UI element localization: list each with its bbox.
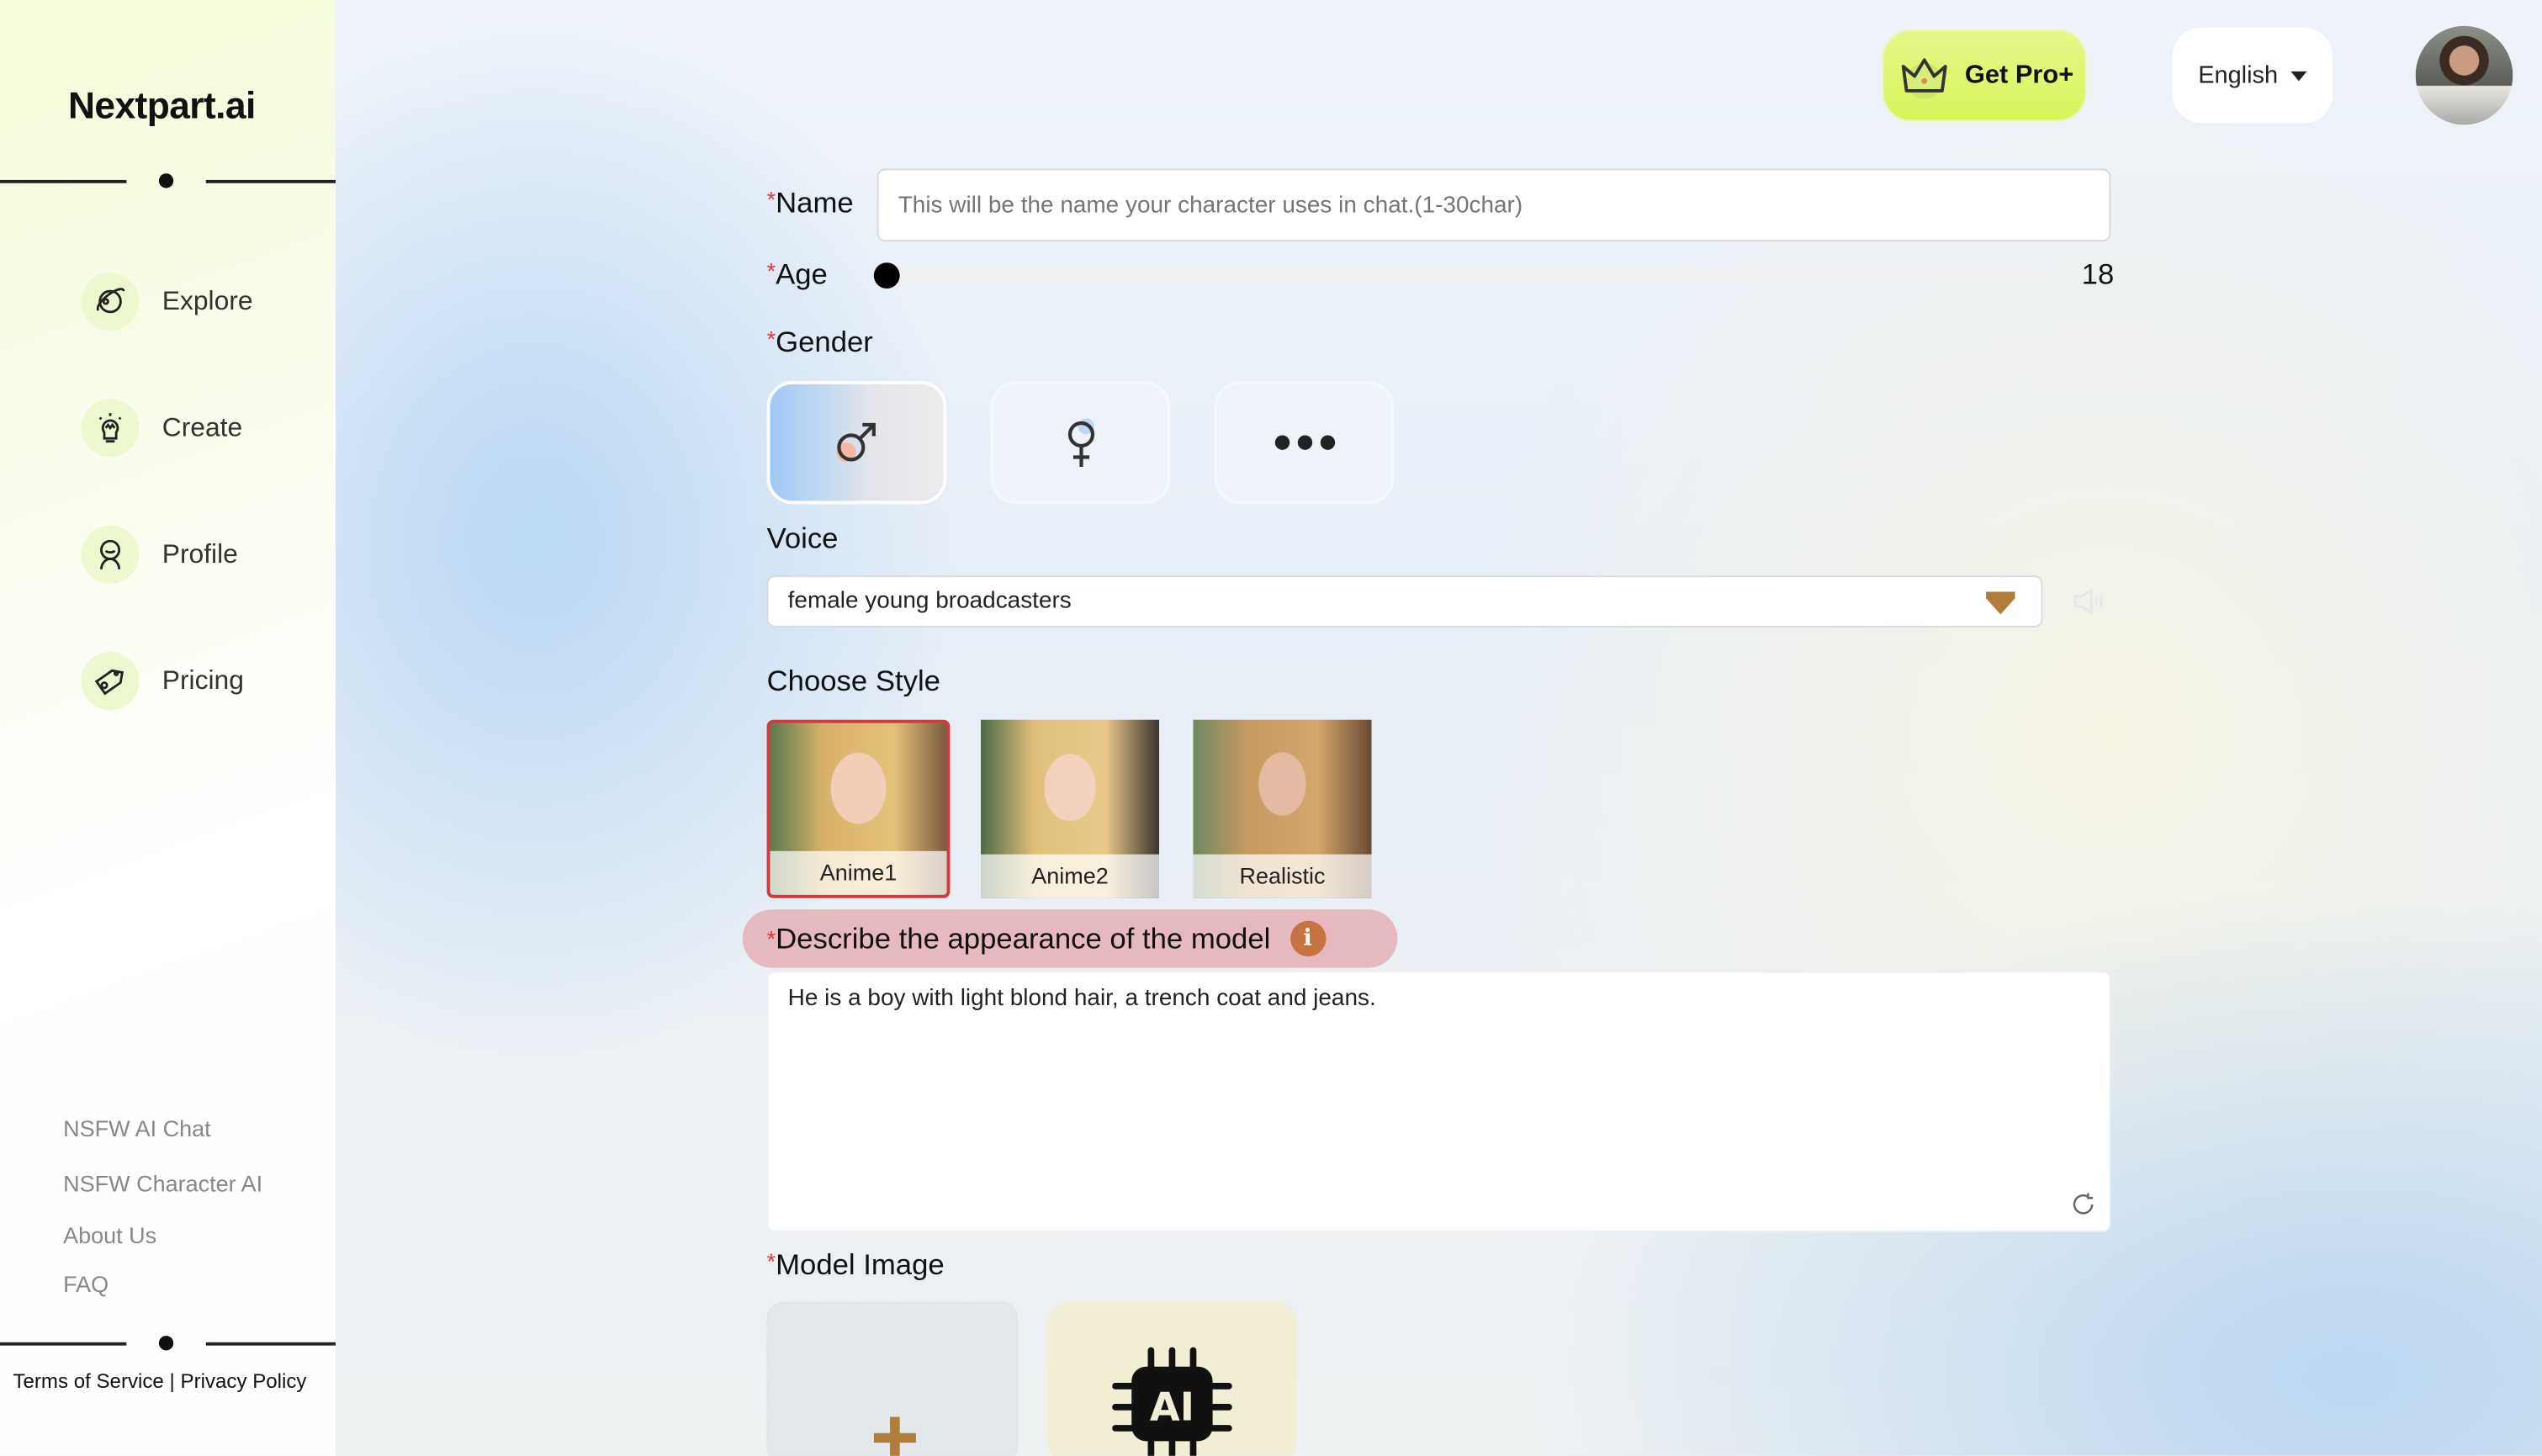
crown-icon — [1901, 57, 1947, 98]
caret-down-icon — [1985, 591, 2015, 615]
model-image-label: *Model Image — [766, 1248, 945, 1281]
upload-image-button[interactable] — [766, 1301, 1019, 1456]
sidebar-item-label: Pricing — [162, 665, 244, 695]
lightbulb-icon — [81, 399, 140, 458]
svg-text:AI: AI — [1150, 1384, 1194, 1429]
footer-link-nsfw-character-ai[interactable]: NSFW Character AI — [63, 1171, 262, 1197]
divider — [0, 173, 336, 189]
voice-value: female young broadcasters — [787, 588, 1072, 615]
privacy-link[interactable]: Privacy Policy — [181, 1370, 307, 1393]
sidebar-item-label: Create — [162, 412, 243, 442]
gender-more-button[interactable] — [1214, 380, 1395, 505]
sidebar-item-label: Profile — [162, 538, 238, 569]
sidebar-item-pricing[interactable]: Pricing — [81, 650, 244, 712]
style-option-anime1[interactable]: Anime1 — [766, 719, 951, 898]
footer-link-about-us[interactable]: About Us — [63, 1222, 156, 1248]
age-slider[interactable] — [887, 266, 2056, 286]
ai-generate-image-button[interactable]: AI — [1047, 1301, 1297, 1456]
female-icon — [1067, 418, 1094, 468]
ai-chip-icon: AI — [1112, 1347, 1232, 1456]
style-caption: Anime2 — [981, 854, 1160, 898]
logo[interactable]: Nextpart.ai — [68, 84, 256, 128]
describe-value: He is a boy with light blond hair, a tre… — [787, 985, 1376, 1012]
separator: | — [169, 1369, 175, 1393]
get-pro-button[interactable]: Get Pro+ — [1882, 29, 2087, 122]
gender-label: *Gender — [766, 326, 873, 358]
refresh-icon[interactable] — [2070, 1192, 2096, 1218]
style-label: Choose Style — [766, 664, 940, 697]
male-icon — [835, 422, 875, 463]
style-option-anime2[interactable]: Anime2 — [981, 719, 1160, 898]
sidebar-item-create[interactable]: Create — [81, 397, 242, 458]
voice-label: Voice — [766, 522, 839, 555]
page: Nextpart.ai Explore Create Profile Prici… — [0, 0, 2542, 1456]
language-value: English — [2198, 61, 2279, 90]
name-input[interactable] — [876, 168, 2111, 242]
gender-male-button[interactable] — [766, 380, 947, 505]
voice-select[interactable]: female young broadcasters — [766, 575, 2043, 627]
sidebar-item-explore[interactable]: Explore — [81, 271, 253, 332]
language-select[interactable]: English — [2172, 27, 2333, 124]
name-label: *Name — [766, 186, 854, 220]
info-icon[interactable]: i — [1290, 920, 1326, 957]
age-slider-handle[interactable] — [873, 262, 900, 289]
terms-link[interactable]: Terms of Service — [13, 1370, 163, 1393]
speaker-icon[interactable] — [2072, 587, 2105, 617]
describe-label: * Describe the appearance of the model i — [742, 909, 1398, 968]
avatar[interactable] — [2415, 25, 2513, 125]
age-label: *Age — [766, 257, 828, 290]
gender-female-button[interactable] — [990, 380, 1171, 505]
sidebar-item-label: Explore — [162, 286, 253, 315]
planet-icon — [81, 272, 140, 331]
person-icon — [81, 525, 140, 584]
style-option-realistic[interactable]: Realistic — [1193, 719, 1372, 898]
sidebar-item-profile[interactable]: Profile — [81, 524, 238, 585]
tag-icon — [81, 651, 140, 711]
style-caption: Realistic — [1193, 854, 1372, 898]
get-pro-label: Get Pro+ — [1964, 61, 2074, 89]
legal-links: Terms of Service | Privacy Policy — [13, 1370, 306, 1393]
footer-link-faq[interactable]: FAQ — [63, 1271, 109, 1297]
caret-down-icon — [2290, 70, 2307, 81]
footer-link-nsfw-ai-chat[interactable]: NSFW AI Chat — [63, 1115, 210, 1141]
divider — [0, 1336, 336, 1352]
more-icon — [1274, 435, 1335, 450]
sidebar: Nextpart.ai Explore Create Profile Prici… — [0, 0, 336, 1456]
describe-textarea[interactable]: He is a boy with light blond hair, a tre… — [766, 971, 2111, 1232]
style-caption: Anime1 — [770, 850, 947, 895]
plus-icon — [873, 1416, 916, 1456]
age-value: 18 — [2081, 257, 2115, 290]
